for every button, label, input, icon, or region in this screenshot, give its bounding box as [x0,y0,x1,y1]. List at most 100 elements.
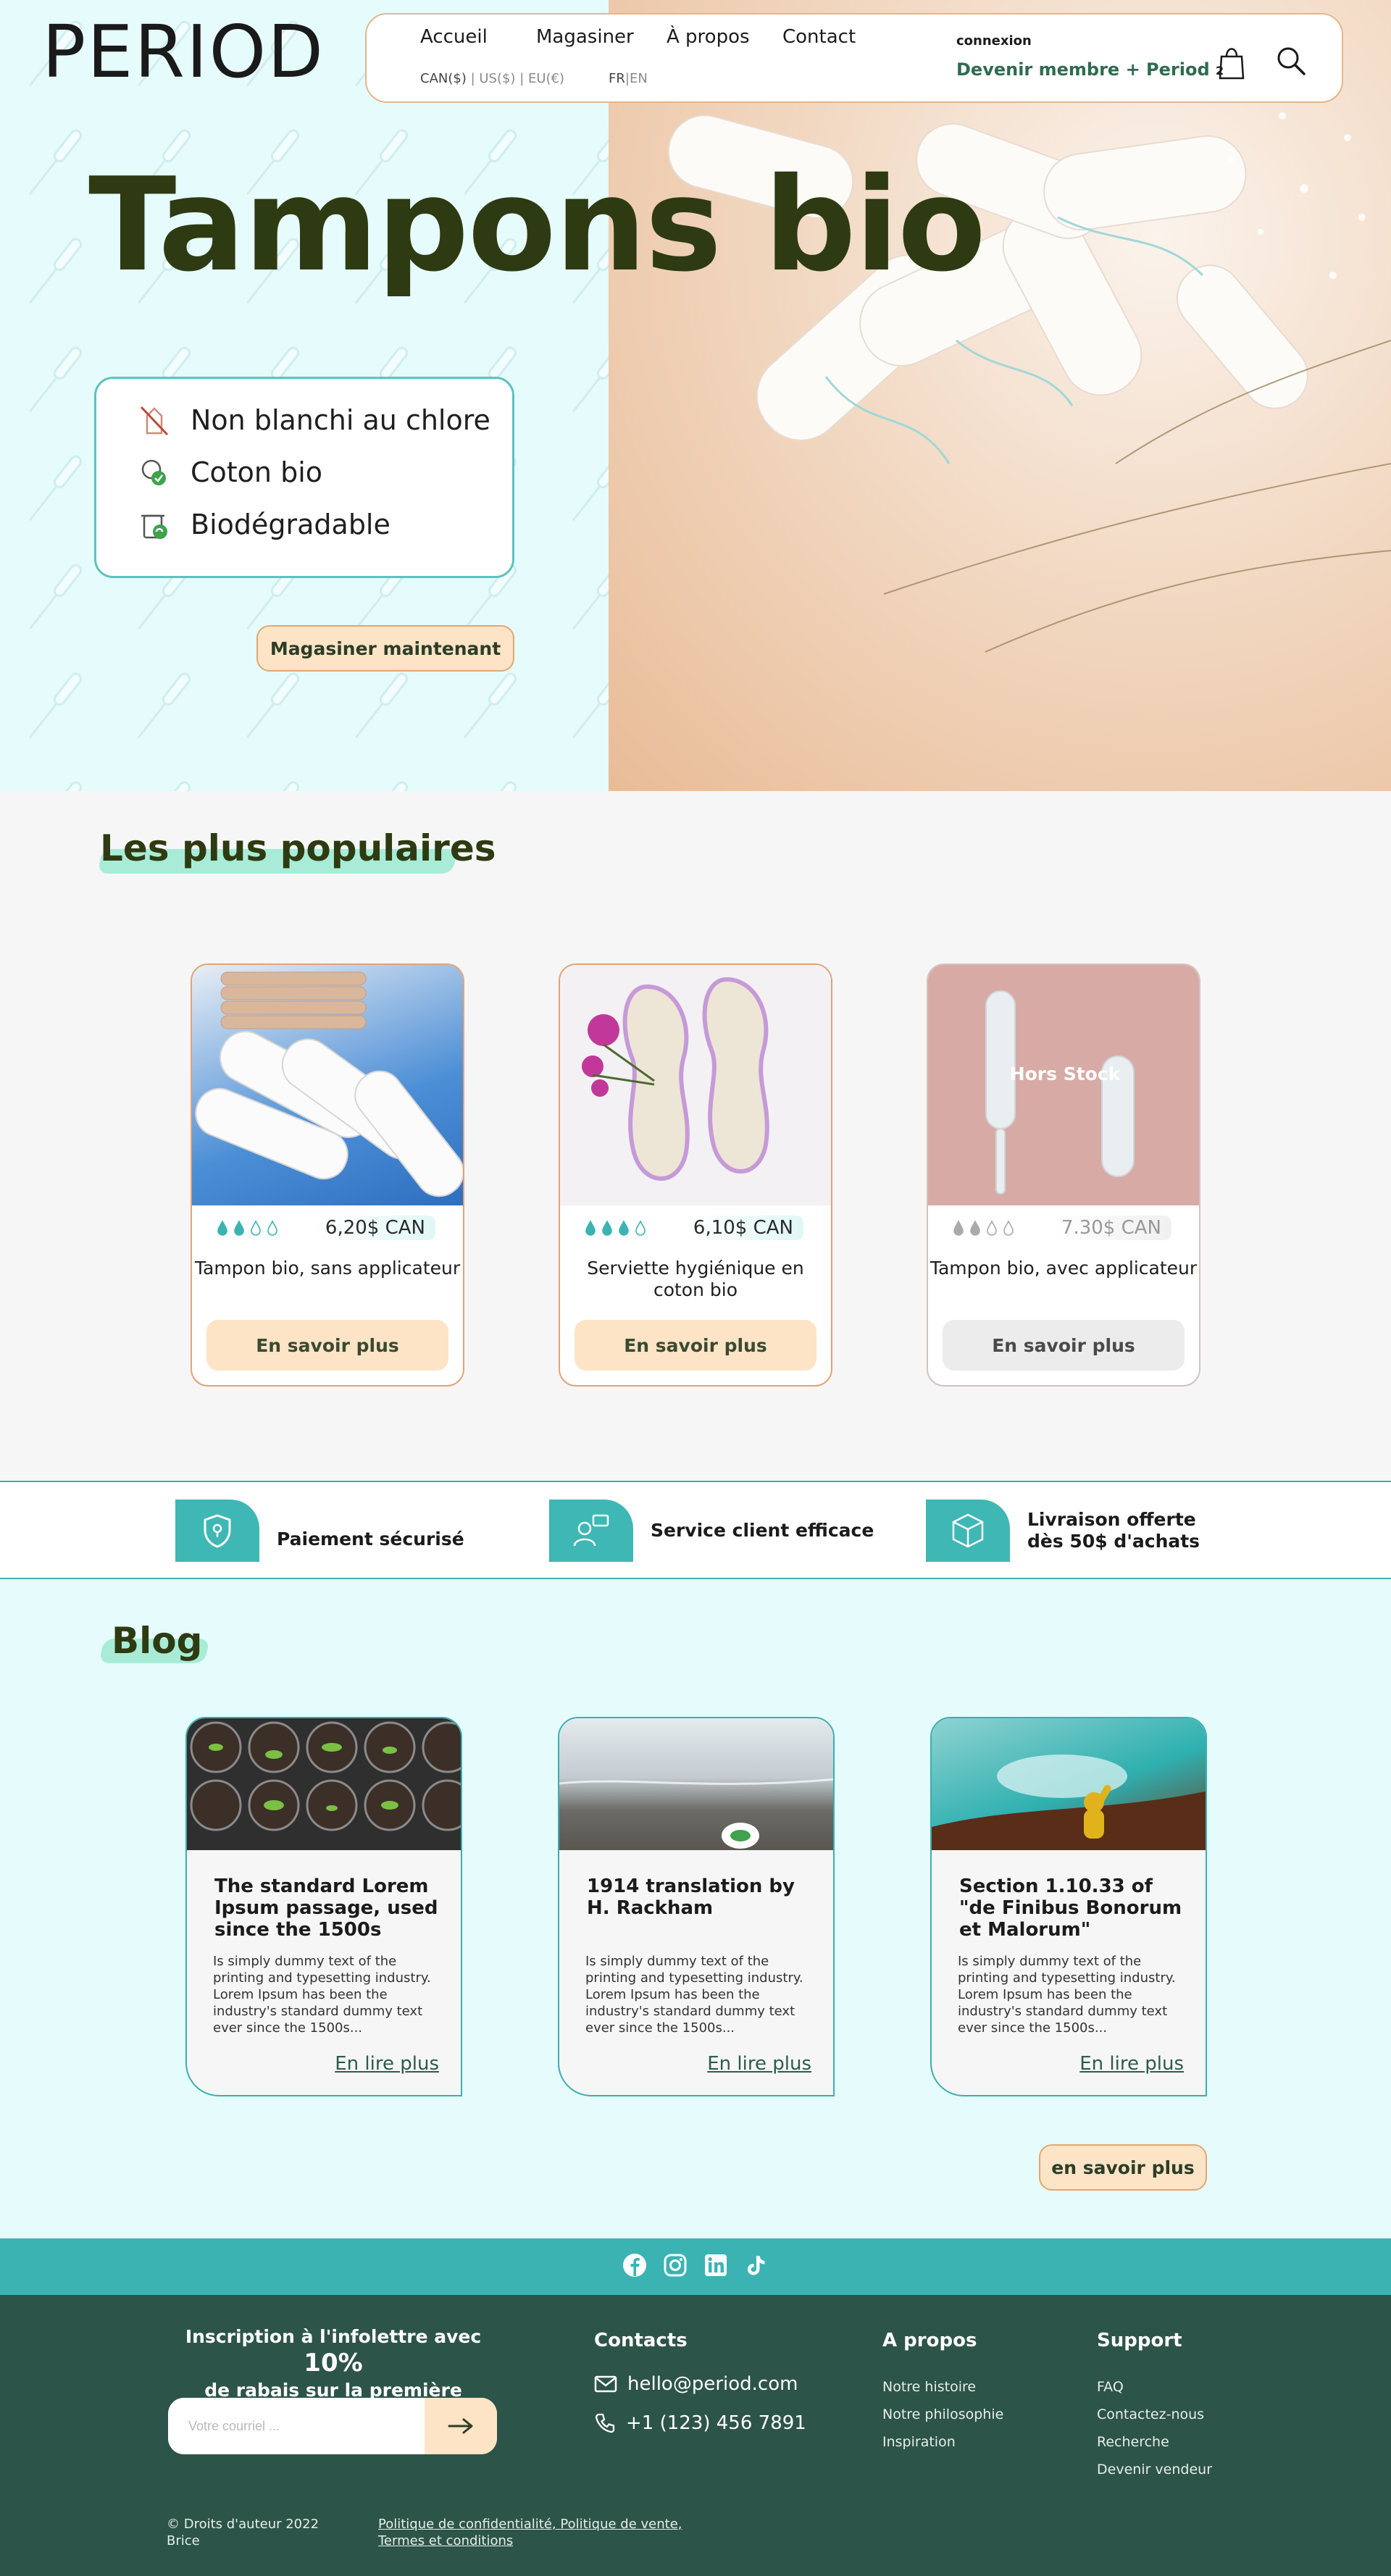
contact-email[interactable]: hello@period.com [594,2373,798,2395]
login-link[interactable]: connexion [956,33,1032,49]
feature-label: Biodégradable [191,509,390,540]
feature-organic-cotton: Coton bio [138,454,322,490]
blog-more-button[interactable]: en savoir plus [1039,2144,1207,2191]
terms-link[interactable]: Termes et conditions [378,2533,682,2550]
search-button[interactable] [1274,43,1308,78]
footer-link-become-seller[interactable]: Devenir vendeur [1097,2462,1212,2477]
blog-post-excerpt: Is simply dummy text of the printing and… [213,1954,431,2036]
footer-link-inspiration[interactable]: Inspiration [882,2434,956,2450]
copyright-author: Brice [167,2533,200,2548]
feature-label: Coton bio [191,456,323,488]
learn-more-button[interactable]: En savoir plus [206,1320,448,1371]
learn-more-button[interactable]: En savoir plus [575,1320,816,1371]
blog-image[interactable] [932,1718,1206,1850]
feature-secure-payment: Paiement sécurisé [175,1500,464,1562]
no-bleach-icon [140,406,169,436]
footer-link-philosophy[interactable]: Notre philosophie [882,2406,1003,2422]
email-text: hello@period.com [627,2373,798,2395]
product-image[interactable]: Hors Stock [928,965,1199,1205]
blog-post-excerpt: Is simply dummy text of the printing and… [958,1954,1176,2036]
cart-count: 2 [1216,64,1224,78]
drop-icon [953,1220,964,1236]
pads-image [582,977,769,1181]
contacts-heading: Contacts [594,2330,688,2351]
footer-link-history[interactable]: Notre histoire [882,2379,976,2395]
shop-now-button[interactable]: Magasiner maintenant [256,625,514,672]
blog-image[interactable] [559,1718,833,1850]
recycle-bin-icon [141,514,167,539]
blog-post-excerpt: Is simply dummy text of the printing and… [585,1954,803,2036]
hero-photo [609,0,1391,791]
absorbency-drops [585,1220,646,1236]
footer-link-faq[interactable]: FAQ [1097,2379,1124,2395]
seedlings-image [190,1721,461,1831]
currency-sep: | [466,71,480,86]
features-strip: Paiement sécurisé Service client efficac… [0,1481,1391,1579]
product-price: 7.30$ CAN [1050,1216,1171,1240]
brand-logo[interactable]: PERIOD [42,16,325,88]
newsletter-email-input[interactable] [168,2398,425,2454]
tampons-image [195,971,463,1197]
product-name: Tampon bio, sans applicateur [194,1258,461,1279]
contact-phone[interactable]: +1 (123) 456 7891 [594,2412,806,2434]
feature-no-chlorine: Non blanchi au chlore [138,402,490,438]
drop-icon [987,1220,997,1236]
lang-en[interactable]: EN [630,71,648,86]
cotton-icon [141,459,166,485]
nav-accueil[interactable]: Accueil [414,26,493,52]
absorbency-drops [953,1220,1014,1236]
product-card: 6,10$ CAN Serviette hygiénique en coton … [559,963,832,1387]
drop-icon [1003,1220,1014,1236]
shield-lock-icon [175,1500,259,1562]
nav-a-propos[interactable]: À propos [667,26,750,48]
drop-icon [602,1220,612,1236]
currency-can[interactable]: CAN($) [420,71,467,86]
newsletter-text: Inscription à l'infolettre avec [185,2326,482,2347]
feature-strip-label: Livraison offerte dès 50$ d'achats [1027,1509,1200,1552]
popular-title: Les plus populaires [100,827,496,869]
newsletter-form [168,2398,497,2454]
product-card: 6,20$ CAN Tampon bio, sans applicateur E… [191,963,464,1387]
sky-jump-image [932,1755,1206,1850]
instagram-icon[interactable] [663,2253,688,2280]
product-name: Tampon bio, avec applicateur [930,1258,1198,1279]
cart-button[interactable]: 2 [1216,42,1248,83]
lang-fr[interactable]: FR [609,71,625,86]
newsletter-submit-button[interactable] [425,2398,497,2454]
nav-contact[interactable]: Contact [782,26,856,48]
product-image[interactable] [560,965,831,1205]
phone-text: +1 (123) 456 7891 [626,2412,806,2434]
out-of-stock-badge: Hors Stock [1009,1063,1121,1084]
nav-magasiner[interactable]: Magasiner [536,26,634,48]
become-member-link[interactable]: Devenir membre + Period [956,59,1210,80]
blog-image[interactable] [187,1718,461,1850]
currency-us[interactable]: US($) [479,71,515,86]
privacy-sales-policy-link[interactable]: Politique de confidentialité, Politique … [378,2517,682,2533]
linkedin-icon[interactable] [703,2253,728,2280]
drop-icon [251,1220,261,1236]
drop-icon [267,1220,277,1236]
product-price: 6,10$ CAN [682,1216,803,1240]
read-more-link[interactable]: En lire plus [707,2053,811,2075]
tampons-photo-illustration [667,75,1391,653]
copyright: © Droits d'auteur 2022 Brice [167,2517,319,2549]
footer-link-contact[interactable]: Contactez-nous [1097,2406,1204,2422]
learn-more-button[interactable]: En savoir plus [943,1320,1185,1371]
about-heading: A propos [882,2330,977,2351]
read-more-link[interactable]: En lire plus [1079,2053,1184,2075]
blog-post-title: Section 1.10.33 of "de Finibus Bonorum e… [959,1875,1182,1941]
footer-link-search[interactable]: Recherche [1097,2434,1169,2450]
drop-icon [217,1220,227,1236]
feature-strip-label: Paiement sécurisé [277,1529,464,1550]
product-image[interactable] [192,965,463,1205]
legal-links: Politique de confidentialité, Politique … [378,2517,682,2549]
applicator-tampons-image [985,990,1135,1195]
read-more-link[interactable]: En lire plus [335,2053,439,2075]
currency-eu[interactable]: EU(€) [528,71,564,86]
support-heading: Support [1097,2330,1182,2351]
facebook-icon[interactable] [622,2253,647,2280]
feature-free-delivery: Livraison offerte dès 50$ d'achats [926,1500,1223,1562]
tiktok-icon[interactable] [744,2253,769,2280]
drop-icon [635,1220,646,1236]
main-nav: Accueil Magasiner À propos Contact CAN($… [365,13,1343,103]
